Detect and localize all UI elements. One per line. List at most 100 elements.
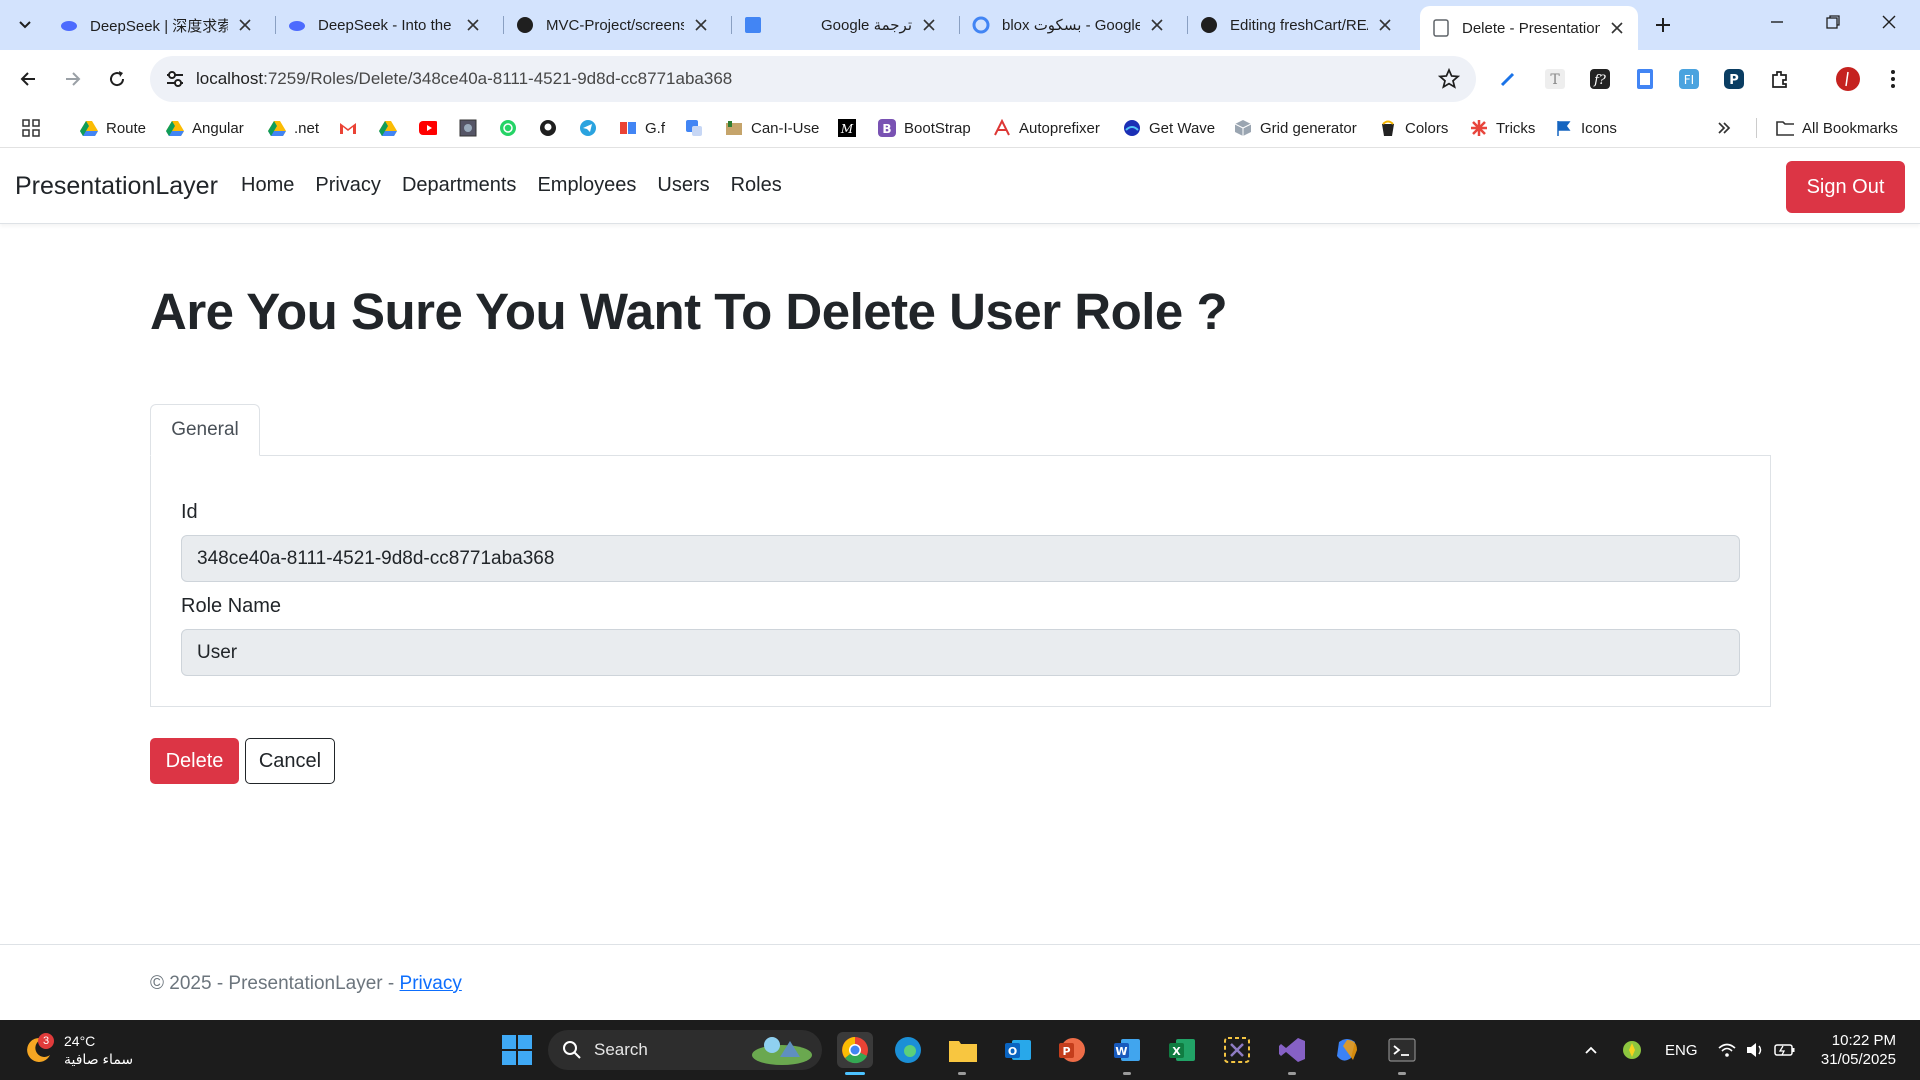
back-button[interactable] (10, 61, 46, 97)
close-icon[interactable] (920, 16, 938, 34)
bookmark-caniuse[interactable]: Can-I-Use (725, 115, 819, 141)
bookmark-grid-generator[interactable]: Grid generator (1234, 115, 1357, 141)
pen-extension-icon[interactable] (1494, 65, 1522, 93)
bookmark-github[interactable] (539, 115, 565, 141)
font-extension-icon[interactable]: f? (1586, 65, 1614, 93)
new-tab-button[interactable] (1648, 10, 1678, 40)
bookmark-bootstrap[interactable]: B BootStrap (878, 115, 971, 141)
close-icon[interactable] (236, 16, 254, 34)
bookmark-route[interactable]: Route (80, 115, 146, 141)
extensions-puzzle-icon[interactable] (1766, 65, 1794, 93)
more-bookmarks-icon[interactable] (1717, 115, 1731, 141)
snipping-tool-taskbar-icon[interactable] (1219, 1032, 1255, 1068)
wifi-icon[interactable] (1717, 1020, 1737, 1080)
fonts-ninja-extension-icon[interactable]: FI (1675, 65, 1703, 93)
bookmark-tricks[interactable]: Tricks (1470, 115, 1535, 141)
role-name-field[interactable]: User (181, 629, 1740, 676)
github-icon (539, 119, 557, 137)
bookmark-translate[interactable] (685, 115, 711, 141)
bookmark-drive[interactable] (379, 115, 405, 141)
minimize-button[interactable] (1750, 0, 1804, 44)
profile-avatar-icon[interactable] (1834, 65, 1862, 93)
weather-badge: 3 (38, 1033, 54, 1049)
bookmark-dotnet[interactable]: .net (268, 115, 319, 141)
close-icon[interactable] (692, 16, 710, 34)
excel-taskbar-icon[interactable]: X (1164, 1032, 1200, 1068)
nav-home[interactable]: Home (241, 174, 294, 197)
close-icon[interactable] (464, 16, 482, 34)
url-text[interactable]: localhost:7259/Roles/Delete/348ce40a-811… (196, 69, 732, 89)
arrow-left-icon (20, 72, 35, 86)
chrome-taskbar-icon[interactable] (837, 1032, 873, 1068)
battery-icon[interactable] (1774, 1020, 1796, 1080)
close-icon[interactable] (1148, 16, 1166, 34)
browser-menu-icon[interactable] (1879, 65, 1907, 93)
browser-tab-active[interactable]: Delete - PresentationLayer (1420, 6, 1638, 50)
cancel-button[interactable]: Cancel (245, 738, 335, 784)
footer-privacy-link[interactable]: Privacy (400, 973, 462, 994)
close-icon[interactable] (1608, 19, 1626, 37)
weather-widget[interactable]: 3 24°C سماء صافية (24, 1030, 133, 1070)
tab-general[interactable]: General (150, 404, 260, 456)
file-explorer-taskbar-icon[interactable] (945, 1032, 981, 1068)
bookmark-telegram[interactable] (579, 115, 605, 141)
p-extension-icon[interactable]: P (1720, 65, 1748, 93)
id-field[interactable]: 348ce40a-8111-4521-9d8d-cc8771aba368 (181, 535, 1740, 582)
close-icon[interactable] (1376, 16, 1394, 34)
nav-users[interactable]: Users (657, 174, 709, 197)
system-clock[interactable]: 10:22 PM 31/05/2025 (1810, 1031, 1896, 1069)
navbar-brand[interactable]: PresentationLayer (15, 172, 218, 201)
tray-app-icon[interactable] (1622, 1020, 1642, 1080)
copilot-taskbar-icon[interactable] (1329, 1032, 1365, 1068)
language-indicator[interactable]: ENG (1665, 1020, 1698, 1080)
terminal-taskbar-icon[interactable] (1384, 1032, 1420, 1068)
address-bar[interactable]: localhost:7259/Roles/Delete/348ce40a-811… (150, 56, 1476, 102)
bookmark-getwave[interactable]: Get Wave (1123, 115, 1215, 141)
browser-tab[interactable]: DeepSeek - Into the Unknown (276, 8, 494, 42)
browser-tab[interactable]: Google ترجمة (732, 8, 950, 42)
window-close-button[interactable] (1862, 0, 1916, 44)
outlook-taskbar-icon[interactable]: O (1000, 1032, 1036, 1068)
taskbar-search[interactable]: Search (548, 1030, 822, 1070)
deepseek-whale-icon (288, 16, 306, 34)
drive-icon (80, 119, 98, 137)
bookmark-gmail[interactable] (339, 115, 365, 141)
browser-tab[interactable]: MVC-Project/screenshots (504, 8, 722, 42)
reload-button[interactable] (99, 61, 135, 97)
tray-overflow-icon[interactable] (1583, 1020, 1599, 1080)
browser-tab[interactable]: DeepSeek | 深度求索 (48, 8, 266, 42)
bookmark-medium[interactable]: M (838, 115, 864, 141)
forward-button[interactable] (55, 61, 91, 97)
apps-grid-icon[interactable] (22, 115, 40, 141)
bookmark-angular[interactable]: Angular (166, 115, 244, 141)
svg-text:T: T (1550, 72, 1560, 88)
all-bookmarks-folder[interactable]: All Bookmarks (1776, 115, 1898, 141)
powerpoint-taskbar-icon[interactable]: P (1054, 1032, 1090, 1068)
bookmark-colors[interactable]: Colors (1379, 115, 1448, 141)
nav-employees[interactable]: Employees (537, 174, 636, 197)
bookmark-icons[interactable]: Icons (1555, 115, 1617, 141)
edge-taskbar-icon[interactable] (890, 1032, 926, 1068)
delete-button[interactable]: Delete (150, 738, 239, 784)
svg-text:X: X (1172, 1045, 1181, 1058)
word-taskbar-icon[interactable]: W (1109, 1032, 1145, 1068)
bookmark-whatsapp[interactable] (499, 115, 525, 141)
sign-out-button[interactable]: Sign Out (1786, 161, 1905, 213)
tab-search-button[interactable] (10, 9, 40, 39)
browser-tab[interactable]: Editing freshCart/README (1188, 8, 1406, 42)
nav-departments[interactable]: Departments (402, 174, 517, 197)
restore-button[interactable] (1806, 0, 1860, 44)
nav-links: Home Privacy Departments Employees Users… (241, 174, 803, 197)
bookmark-autoprefixer[interactable]: Autoprefixer (993, 115, 1100, 141)
bookmark-image[interactable] (459, 115, 485, 141)
visual-studio-taskbar-icon[interactable] (1274, 1032, 1310, 1068)
nav-privacy[interactable]: Privacy (315, 174, 381, 197)
volume-icon[interactable] (1745, 1020, 1765, 1080)
docs-extension-icon[interactable] (1631, 65, 1659, 93)
windows-start-icon[interactable] (501, 1034, 533, 1066)
bookmark-gf[interactable]: G.f (619, 115, 665, 141)
bookmark-youtube[interactable] (419, 115, 445, 141)
text-extension-icon[interactable]: T (1541, 65, 1569, 93)
nav-roles[interactable]: Roles (731, 174, 782, 197)
browser-tab[interactable]: blox بسكوت - Google (960, 8, 1178, 42)
